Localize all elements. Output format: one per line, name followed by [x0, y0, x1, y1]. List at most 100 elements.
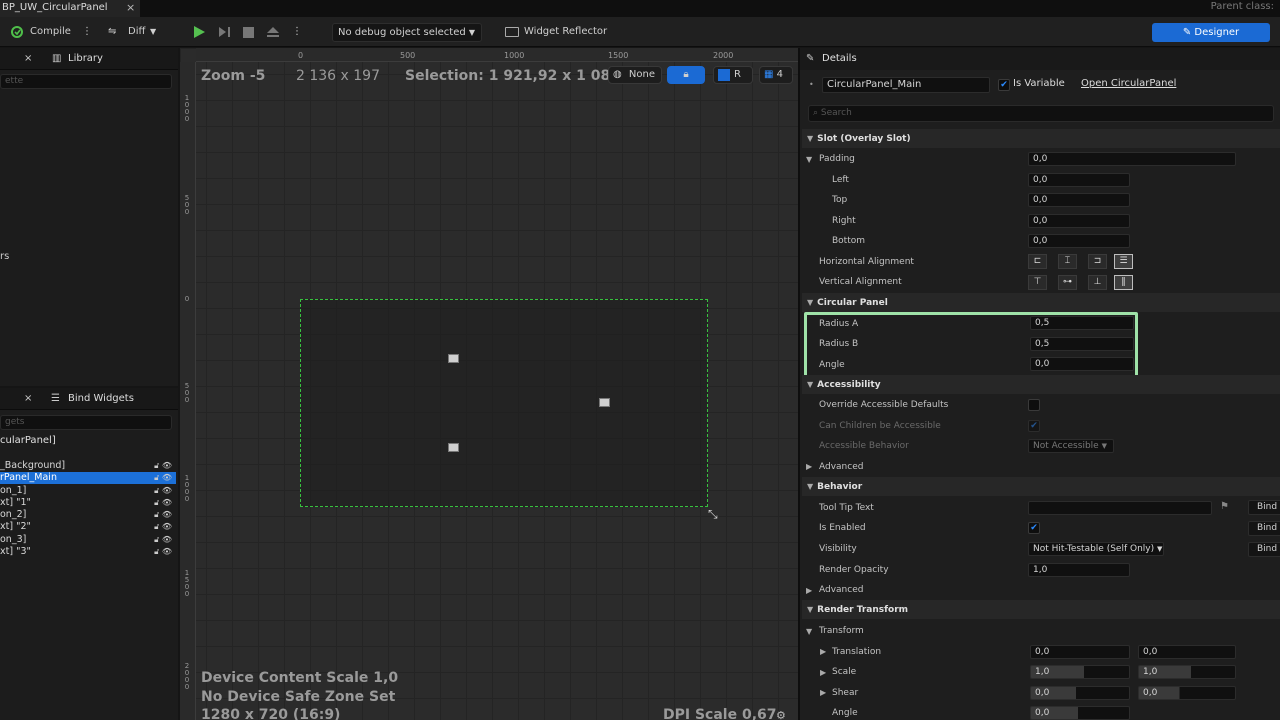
transform-angle-label: Angle [832, 708, 858, 718]
align-bottom-icon[interactable]: ⊥ [1088, 275, 1107, 290]
translation-x-input[interactable]: 0,0 [1030, 645, 1130, 659]
palette-search-input[interactable]: ette [0, 74, 172, 89]
lock-eye-icon[interactable]: 🔓︎ 👁︎ [154, 497, 172, 509]
padding-right-input[interactable]: 0,0 [1028, 214, 1130, 228]
play-options-icon[interactable]: ⋮ [292, 17, 302, 47]
align-fill-vertical-icon[interactable]: ‖ [1114, 275, 1133, 290]
lock-eye-icon[interactable]: 🔓︎ 👁︎ [154, 534, 172, 546]
widget-reflector-button[interactable]: Widget Reflector [524, 17, 607, 47]
align-right-icon[interactable]: ⊐ [1088, 254, 1107, 269]
chevron-down-icon[interactable]: ▼ [806, 627, 812, 636]
padding-top-input[interactable]: 0,0 [1028, 193, 1130, 207]
designer-button[interactable]: ✎ Designer [1152, 23, 1270, 42]
flag-icon[interactable]: ⚑ [1220, 501, 1229, 512]
scale-x-input[interactable]: 1,0 [1030, 665, 1130, 679]
respect-locks-button[interactable]: R [713, 66, 753, 84]
hierarchy-row[interactable]: on_1] 🔓︎ 👁︎ [0, 485, 176, 497]
chevron-right-icon[interactable]: ▶ [806, 462, 812, 471]
advanced-label[interactable]: Advanced [819, 461, 863, 473]
hierarchy-row[interactable]: xt] "2" 🔓︎ 👁︎ [0, 521, 176, 533]
chevron-right-icon[interactable]: ▶ [820, 647, 826, 656]
hierarchy-search-input[interactable]: gets [0, 415, 172, 430]
align-middle-icon[interactable]: ⊶ [1058, 275, 1077, 290]
scale-y-input[interactable]: 1,0 [1138, 665, 1236, 679]
bind-button[interactable]: Bind [1248, 500, 1280, 515]
chevron-down-icon[interactable]: ▼ [806, 155, 812, 164]
align-top-icon[interactable]: ⊤ [1028, 275, 1047, 290]
chevron-right-icon[interactable]: ▶ [820, 688, 826, 697]
chevron-down-icon: ▼ [1101, 442, 1107, 450]
close-icon[interactable]: × [24, 53, 32, 64]
padding-input[interactable]: 0,0 [1028, 152, 1236, 166]
render-opacity-input[interactable]: 1,0 [1028, 563, 1130, 577]
hierarchy-row[interactable]: on_2] 🔓︎ 👁︎ [0, 509, 176, 521]
section-render-transform[interactable]: ▼ Render Transform [802, 600, 1280, 619]
align-left-icon[interactable]: ⊏ [1028, 254, 1047, 269]
lock-eye-icon[interactable]: 🔓︎ 👁︎ [154, 485, 172, 497]
accessible-behavior-select[interactable]: Not Accessible ▼ [1028, 439, 1114, 453]
details-search-input[interactable]: ⌕ Search [808, 105, 1274, 122]
bind-button[interactable]: Bind [1248, 521, 1280, 536]
hierarchy-row[interactable]: rPanel_Main 🔓︎ 👁︎ [0, 472, 176, 484]
tab-library[interactable]: Library [68, 53, 103, 64]
circular-panel-widget[interactable] [300, 299, 708, 507]
flow-direction-button[interactable]: ◍ None [608, 66, 662, 84]
section-circular-panel[interactable]: ▼ Circular Panel [802, 293, 1280, 312]
tab-bind-widgets[interactable]: Bind Widgets [68, 393, 134, 404]
chevron-right-icon[interactable]: ▶ [806, 586, 812, 595]
close-icon[interactable]: × [24, 393, 32, 404]
hierarchy-row[interactable]: on_3] 🔓︎ 👁︎ [0, 534, 176, 546]
hierarchy-row[interactable]: xt] "1" 🔓︎ 👁︎ [0, 497, 176, 509]
shear-x-input[interactable]: 0,0 [1030, 686, 1130, 700]
close-icon[interactable]: × [126, 0, 138, 17]
hierarchy-row[interactable]: _Background] 🔓︎ 👁︎ [0, 460, 176, 472]
tab-details[interactable]: Details [822, 53, 857, 64]
compile-options-icon[interactable]: ⋮ [82, 17, 92, 47]
stop-icon[interactable] [243, 27, 254, 38]
section-slot[interactable]: ▼ Slot (Overlay Slot) [802, 129, 1280, 148]
resize-handle-icon[interactable]: ⤡ [708, 507, 718, 522]
advanced-label[interactable]: Advanced [819, 584, 863, 596]
chevron-right-icon[interactable]: ▶ [820, 668, 826, 677]
shear-y-input[interactable]: 0,0 [1138, 686, 1236, 700]
child-widget-handle[interactable] [599, 398, 610, 407]
diff-button[interactable]: Diff [128, 17, 145, 47]
lock-eye-icon[interactable]: 🔓︎ 👁︎ [154, 472, 172, 484]
visibility-select[interactable]: Not Hit-Testable (Self Only) ▼ [1028, 542, 1164, 556]
grid-count: 4 [776, 69, 784, 80]
gear-icon[interactable]: ⚙ [776, 709, 786, 720]
hierarchy-root[interactable]: cularPanel] [0, 435, 56, 446]
is-variable-checkbox[interactable]: ✔ [998, 79, 1010, 91]
hierarchy-row[interactable]: xt] "3" 🔓︎ 👁︎ [0, 546, 176, 558]
lock-eye-icon[interactable]: 🔓︎ 👁︎ [154, 546, 172, 558]
step-icon[interactable] [218, 26, 232, 41]
transform-angle-input[interactable]: 0,0 [1030, 706, 1130, 720]
play-icon[interactable] [192, 25, 206, 42]
document-tab[interactable]: BP_UW_CircularPanel [0, 0, 140, 17]
padding-left-input[interactable]: 0,0 [1028, 173, 1130, 187]
grid-snap-button[interactable]: ▦ 4 [759, 66, 793, 84]
open-circularpanel-link[interactable]: Open CircularPanel [1081, 78, 1176, 89]
align-fill-icon[interactable]: ☰ [1114, 254, 1133, 269]
tooltip-input[interactable] [1028, 501, 1212, 515]
palette-panel [0, 48, 178, 386]
child-widget-handle[interactable] [448, 354, 459, 363]
lock-eye-icon[interactable]: 🔓︎ 👁︎ [154, 521, 172, 533]
compile-button[interactable]: Compile [30, 17, 71, 47]
align-center-icon[interactable]: ⌶ [1058, 254, 1077, 269]
lock-eye-icon[interactable]: 🔓︎ 👁︎ [154, 509, 172, 521]
padding-bottom-input[interactable]: 0,0 [1028, 234, 1130, 248]
lock-eye-icon[interactable]: 🔓︎ 👁︎ [154, 460, 172, 472]
lock-icon[interactable]: 🔒︎ [667, 66, 705, 84]
section-accessibility[interactable]: ▼ Accessibility [802, 375, 1280, 394]
child-widget-handle[interactable] [448, 443, 459, 452]
is-enabled-checkbox[interactable]: ✔ [1028, 522, 1040, 534]
eject-icon[interactable] [266, 26, 280, 41]
widget-name-input[interactable]: CircularPanel_Main [822, 77, 990, 93]
section-behavior[interactable]: ▼ Behavior [802, 477, 1280, 496]
can-children-checkbox[interactable]: ✔ [1028, 420, 1040, 432]
translation-y-input[interactable]: 0,0 [1138, 645, 1236, 659]
bind-button[interactable]: Bind [1248, 542, 1280, 557]
debug-object-select[interactable]: No debug object selected ▼ [332, 23, 482, 42]
override-accessible-checkbox[interactable] [1028, 399, 1040, 411]
